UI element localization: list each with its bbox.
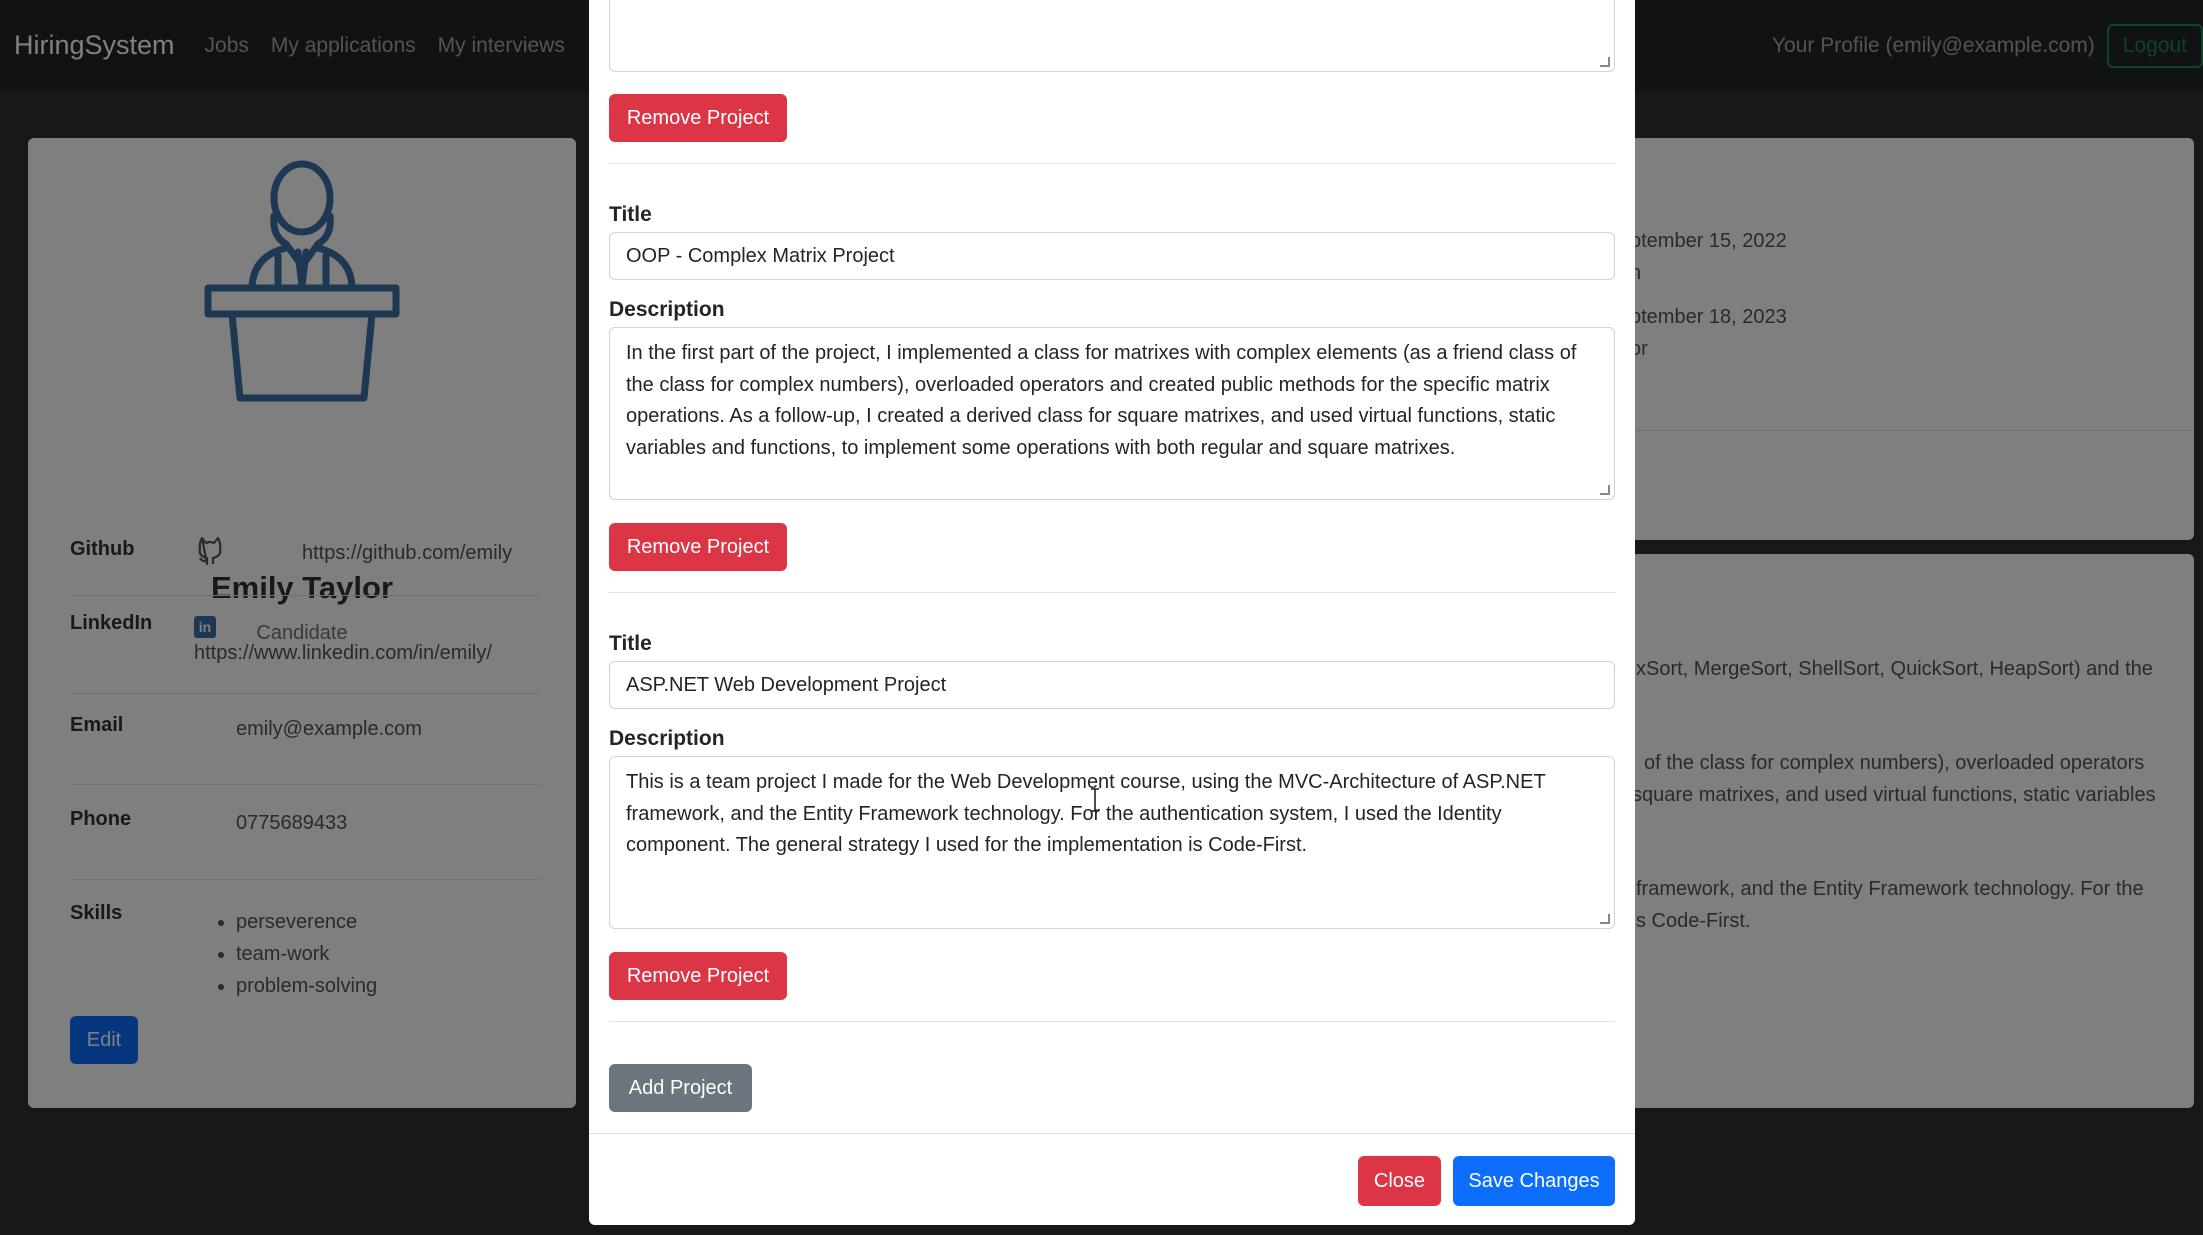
close-button[interactable]: Close bbox=[1358, 1156, 1441, 1206]
remove-project-button[interactable]: Remove Project bbox=[609, 94, 787, 142]
project-description-label: Description bbox=[609, 727, 725, 750]
divider bbox=[609, 1021, 1615, 1022]
resize-grip-icon[interactable] bbox=[1600, 485, 1610, 495]
add-project-button[interactable]: Add Project bbox=[609, 1064, 752, 1112]
divider bbox=[609, 163, 1615, 164]
modal-footer: Close Save Changes bbox=[589, 1133, 1635, 1225]
project-description-textarea[interactable]: This is a team project I made for the We… bbox=[609, 756, 1615, 929]
project-title-label: Title bbox=[609, 203, 652, 226]
project-title-input[interactable]: OOP - Complex Matrix Project bbox=[609, 232, 1615, 280]
project-title-input[interactable]: ASP.NET Web Development Project bbox=[609, 661, 1615, 709]
remove-project-button[interactable]: Remove Project bbox=[609, 952, 787, 1000]
text-cursor-icon bbox=[1091, 788, 1099, 812]
remove-project-button[interactable]: Remove Project bbox=[609, 523, 787, 571]
edit-projects-modal: Remove Project Title OOP - Complex Matri… bbox=[589, 0, 1635, 1225]
project-description-text: This is a team project I made for the We… bbox=[626, 771, 1546, 856]
project-description-text: In the first part of the project, I impl… bbox=[626, 342, 1577, 459]
project-description-textarea[interactable]: In the first part of the project, I impl… bbox=[609, 327, 1615, 500]
divider bbox=[609, 592, 1615, 593]
project-description-textarea[interactable] bbox=[609, 0, 1615, 72]
project-title-label: Title bbox=[609, 632, 652, 655]
save-changes-button[interactable]: Save Changes bbox=[1453, 1156, 1615, 1206]
resize-grip-icon[interactable] bbox=[1600, 57, 1610, 67]
resize-grip-icon[interactable] bbox=[1600, 914, 1610, 924]
project-description-label: Description bbox=[609, 298, 725, 321]
